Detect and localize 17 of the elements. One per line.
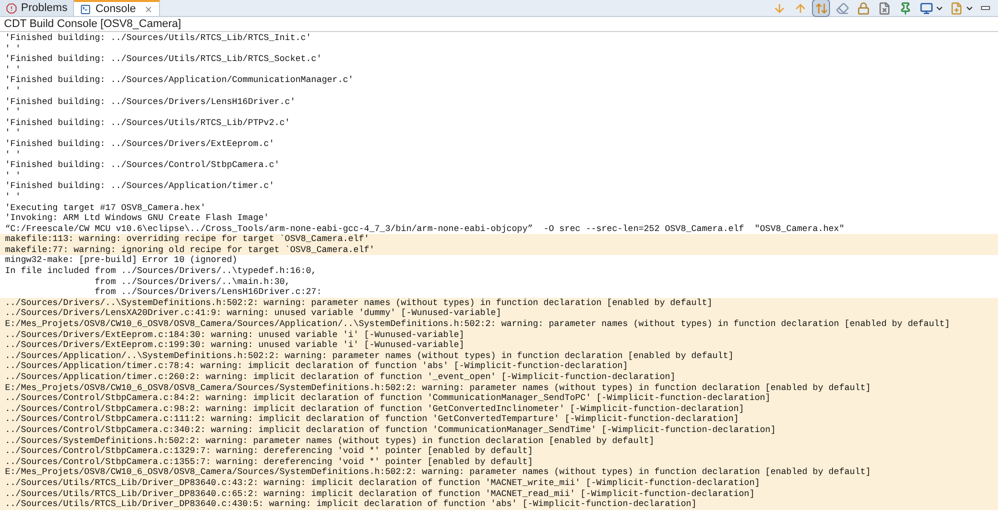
close-icon[interactable] <box>144 4 153 14</box>
tab[interactable]: Console <box>74 0 160 16</box>
arrow-up-icon <box>794 2 806 14</box>
toolbar-button[interactable] <box>812 0 830 17</box>
document-plus-icon <box>950 2 962 14</box>
eraser-icon <box>836 2 848 14</box>
arrows-icon <box>814 2 828 14</box>
console-title: CDT Build Console [OSV8_Camera] <box>4 18 182 30</box>
arrow-down-icon <box>772 2 786 14</box>
document-x-icon <box>878 2 890 14</box>
lock-icon <box>856 2 870 14</box>
monitor-icon <box>920 2 932 14</box>
minimize-icon[interactable] <box>981 6 990 10</box>
console-icon <box>80 4 92 14</box>
problems-icon <box>6 2 17 14</box>
tab[interactable]: Problems <box>0 0 74 16</box>
pin-icon <box>898 2 912 14</box>
